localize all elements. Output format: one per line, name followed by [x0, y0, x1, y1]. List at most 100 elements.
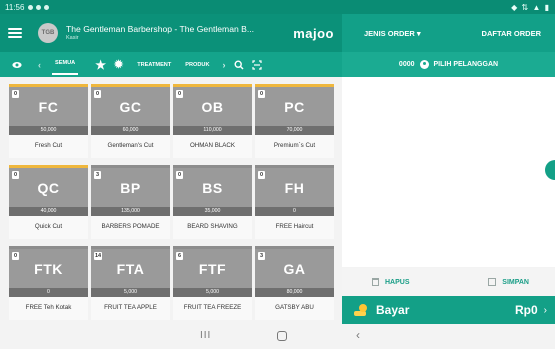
product-thumbnail: 3 BP 135,000: [91, 165, 170, 216]
caret-down-icon: ▾: [416, 28, 421, 38]
customer-bar[interactable]: 0000 PILIH PELANGGAN: [342, 52, 555, 77]
chevron-right-icon[interactable]: ›: [223, 60, 226, 70]
product-code: FH: [284, 180, 305, 196]
pay-total: Rp0: [514, 303, 538, 317]
product-name: BEARD SHAVING: [187, 222, 238, 230]
eye-icon[interactable]: [12, 60, 22, 70]
product-name: FRUIT TEA FREEZE: [183, 303, 242, 311]
product-thumbnail: 0 QC 40,000: [9, 165, 88, 216]
tab-semua[interactable]: SEMUA: [51, 60, 79, 75]
notification-icons: [28, 4, 50, 10]
product-code: BP: [120, 180, 141, 196]
product-name: FRUIT TEA APPLE: [104, 303, 157, 311]
stock-badge: 0: [176, 171, 183, 179]
order-header: JENIS ORDER ▾ DAFTAR ORDER: [342, 14, 555, 52]
coin-hand-icon: [354, 304, 368, 316]
stock-badge: 3: [94, 171, 101, 179]
search-icon[interactable]: [234, 59, 244, 70]
star-icon[interactable]: ★: [95, 58, 106, 72]
chevron-right-icon: ›: [543, 304, 547, 316]
product-thumbnail: 0 BS 35,000: [173, 165, 252, 216]
product-price: 60,000: [91, 126, 170, 135]
product-code: PC: [284, 99, 305, 115]
product-thumbnail: 0 FH 0: [255, 165, 334, 216]
product-name: Gentleman's Cut: [107, 141, 154, 149]
delete-button[interactable]: HAPUS: [372, 278, 410, 286]
home-icon[interactable]: [277, 331, 287, 341]
stock-badge: 0: [12, 90, 19, 98]
trash-icon: [372, 278, 379, 286]
save-label: SIMPAN: [502, 278, 529, 286]
tab-produk[interactable]: PRODUK: [185, 62, 209, 68]
product-tile[interactable]: 0 PC 70,000 Premium`s Cut: [255, 84, 334, 158]
product-code: FTA: [116, 261, 145, 277]
gear-icon[interactable]: ✹: [114, 58, 123, 71]
product-thumbnail: 14 FTA 5,000: [91, 246, 170, 297]
product-price: 135,000: [91, 207, 170, 216]
product-tile[interactable]: 0 FH 0 FREE Haircut: [255, 165, 334, 239]
product-price: 110,000: [173, 126, 252, 135]
status-time: 11:56: [5, 2, 25, 12]
save-button[interactable]: SIMPAN: [488, 278, 529, 286]
choose-customer-label: PILIH PELANGGAN: [433, 61, 499, 68]
product-name: Premium`s Cut: [273, 141, 316, 149]
product-code: BS: [202, 180, 223, 196]
product-price: 0: [255, 207, 334, 216]
product-name: BARBERS POMADE: [101, 222, 160, 230]
product-grid: 0 FC 50,000 Fresh Cut 0 GC 60,000 Gentleman's C…: [9, 84, 337, 320]
system-icons: ◆ ⇅ ▲ ▮: [511, 2, 550, 12]
store-name: The Gentleman Barbershop - The Gentleman…: [66, 23, 255, 34]
product-price: 80,000: [255, 288, 334, 297]
stock-badge: 0: [258, 171, 265, 179]
product-tile[interactable]: 6 FTF 5,000 FRUIT TEA FREEZE: [173, 246, 252, 320]
pay-label: Bayar: [376, 303, 410, 317]
cart-actions: HAPUS SIMPAN: [342, 268, 555, 296]
stock-badge: 0: [94, 90, 101, 98]
stock-badge: 0: [12, 252, 19, 260]
tab-treatment[interactable]: TREATMENT: [137, 62, 171, 68]
delete-label: HAPUS: [385, 278, 410, 286]
pay-button[interactable]: Bayar Rp0 ›: [342, 296, 555, 324]
cart-panel: [342, 77, 555, 267]
product-name: FREE Haircut: [275, 222, 314, 230]
product-tile[interactable]: 3 BP 135,000 BARBERS POMADE: [91, 165, 170, 239]
scan-icon[interactable]: [251, 59, 262, 70]
product-thumbnail: 6 FTF 5,000: [173, 246, 252, 297]
store-avatar[interactable]: TGB: [38, 23, 58, 43]
back-icon[interactable]: ‹: [356, 328, 360, 342]
product-name: Quick Cut: [34, 222, 63, 230]
recents-icon[interactable]: III: [200, 330, 211, 341]
product-tile[interactable]: 0 OB 110,000 OHMAN BLACK: [173, 84, 252, 158]
product-thumbnail: 0 GC 60,000: [91, 84, 170, 135]
product-tile[interactable]: 0 BS 35,000 BEARD SHAVING: [173, 165, 252, 239]
stock-badge: 0: [12, 171, 19, 179]
product-thumbnail: 0 OB 110,000: [173, 84, 252, 135]
product-code: GA: [283, 261, 306, 277]
product-tile[interactable]: 0 GC 60,000 Gentleman's Cut: [91, 84, 170, 158]
order-type-dropdown[interactable]: JENIS ORDER ▾: [364, 29, 421, 38]
product-code: FTK: [34, 261, 63, 277]
order-list-button[interactable]: DAFTAR ORDER: [482, 29, 541, 38]
save-icon: [488, 278, 497, 286]
chevron-left-icon[interactable]: ‹: [38, 60, 41, 70]
product-code: FC: [38, 99, 59, 115]
product-name: FREE Teh Kotak: [25, 303, 72, 311]
order-number: 0000: [398, 61, 415, 68]
product-price: 5,000: [173, 288, 252, 297]
product-tile[interactable]: 14 FTA 5,000 FRUIT TEA APPLE: [91, 246, 170, 320]
product-tile[interactable]: 0 FC 50,000 Fresh Cut: [9, 84, 88, 158]
product-name: OHMAN BLACK: [189, 141, 236, 149]
product-price: 35,000: [173, 207, 252, 216]
product-tile[interactable]: 3 GA 80,000 GATSBY ABU: [255, 246, 334, 320]
user-icon: [419, 60, 429, 69]
product-code: GC: [119, 99, 142, 115]
android-nav-bar: III ‹: [0, 324, 555, 349]
menu-icon[interactable]: [8, 28, 22, 38]
app-bar: TGB The Gentleman Barbershop - The Gentl…: [0, 14, 342, 52]
product-tile[interactable]: 0 FTK 0 FREE Teh Kotak: [9, 246, 88, 320]
store-info[interactable]: The Gentleman Barbershop - The Gentleman…: [66, 23, 255, 41]
product-code: QC: [37, 180, 60, 196]
status-bar: 11:56 ◆ ⇅ ▲ ▮: [0, 0, 555, 14]
product-name: GATSBY ABU: [275, 303, 314, 311]
product-tile[interactable]: 0 QC 40,000 Quick Cut: [9, 165, 88, 239]
